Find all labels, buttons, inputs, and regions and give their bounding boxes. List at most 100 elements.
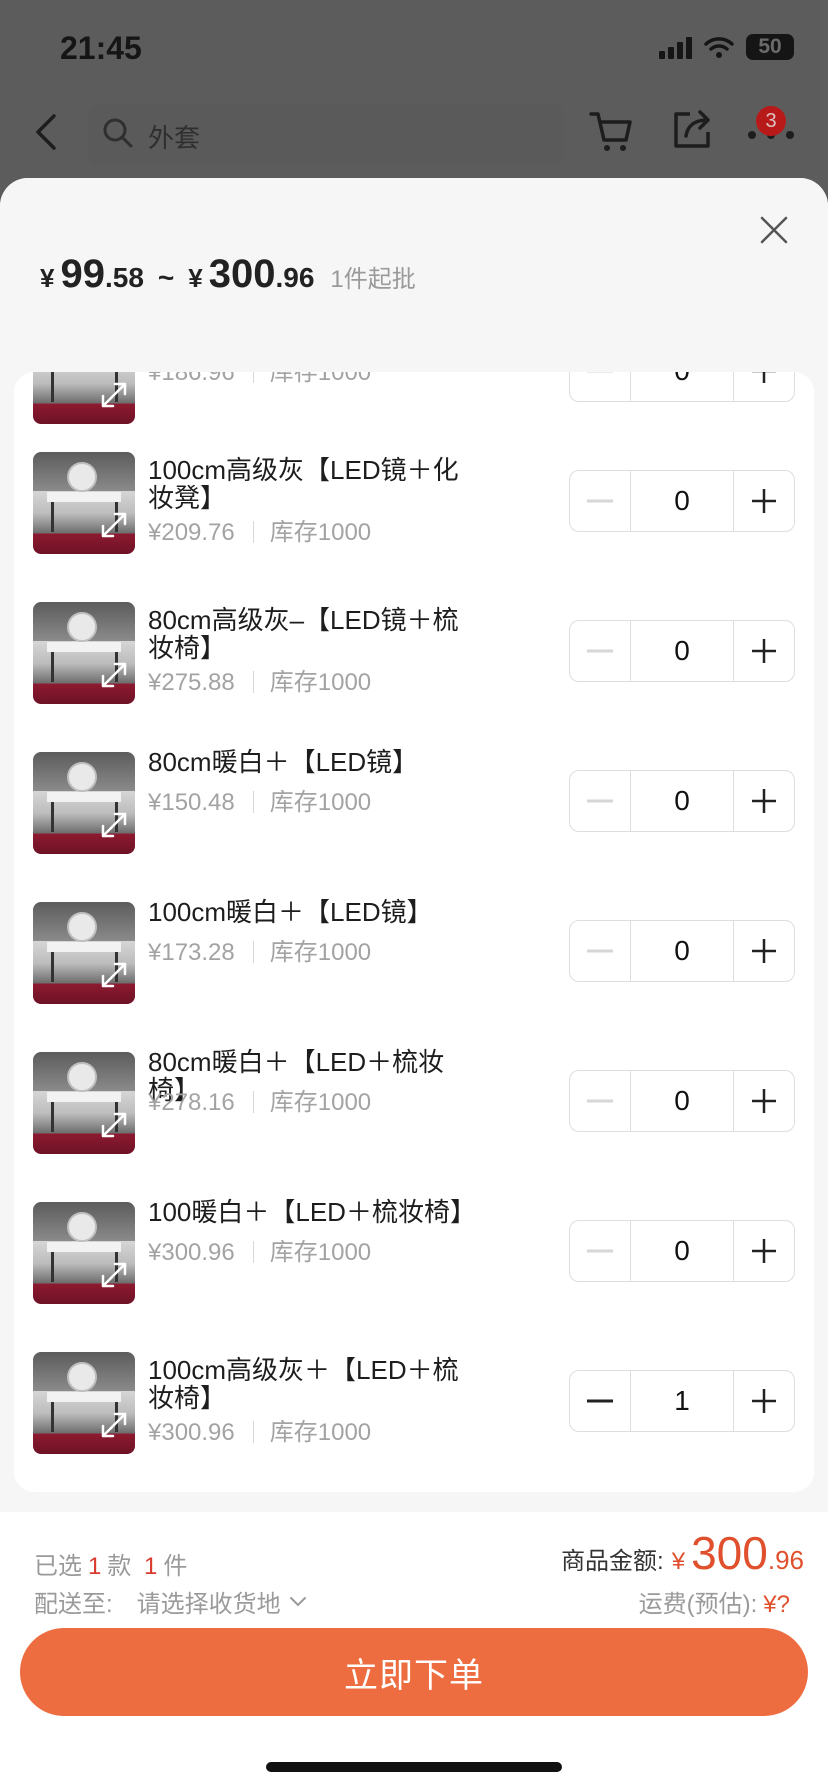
price-min-integer: 99 bbox=[60, 252, 105, 296]
signal-icon bbox=[659, 35, 692, 59]
battery-icon: 50 bbox=[746, 34, 794, 60]
expand-icon[interactable] bbox=[99, 380, 129, 410]
minus-icon bbox=[587, 799, 613, 803]
close-icon[interactable] bbox=[758, 214, 790, 246]
decrease-button[interactable] bbox=[570, 1221, 630, 1281]
sku-meta: ¥209.76 库存1000 bbox=[148, 512, 371, 547]
minus-icon bbox=[587, 1249, 613, 1253]
expand-icon[interactable] bbox=[99, 1110, 129, 1140]
expand-icon[interactable] bbox=[99, 1260, 129, 1290]
product-thumbnail[interactable] bbox=[33, 902, 135, 1004]
quantity-value[interactable]: 0 bbox=[630, 621, 734, 681]
decrease-button[interactable] bbox=[570, 471, 630, 531]
sku-name: 100cm高级灰＋【LED＋梳妆椅】 bbox=[148, 1355, 459, 1413]
increase-button[interactable] bbox=[734, 1371, 794, 1431]
increase-button[interactable] bbox=[734, 1221, 794, 1281]
sku-meta: ¥300.96 库存1000 bbox=[148, 1232, 371, 1267]
sku-price: ¥300.96 bbox=[148, 1419, 235, 1446]
order-now-button[interactable]: 立即下单 bbox=[20, 1628, 808, 1716]
increase-button[interactable] bbox=[734, 621, 794, 681]
expand-icon[interactable] bbox=[99, 960, 129, 990]
minus-icon bbox=[587, 949, 613, 953]
sku-price: ¥300.96 bbox=[148, 1239, 235, 1266]
goods-amount: 商品金额: ¥ 300 .96 bbox=[561, 1526, 804, 1580]
decrease-button[interactable] bbox=[570, 621, 630, 681]
sku-stock: 库存1000 bbox=[269, 1089, 372, 1116]
sku-sheet: ¥ 99 .58 ~ ¥ 300 .96 1件起批 ¥186.96 库存1000 bbox=[0, 178, 828, 1792]
order-footer: 已选 1 款 1件 商品金额: ¥ 300 .96 配送至: 请选择收货地 运费(预… bbox=[0, 1512, 828, 1792]
quantity-stepper: 0 bbox=[569, 470, 795, 532]
increase-button[interactable] bbox=[734, 1071, 794, 1131]
expand-icon[interactable] bbox=[99, 1410, 129, 1440]
sku-row: 100cm高级灰【LED镜＋化妆凳】 ¥209.76 库存1000 0 bbox=[14, 452, 814, 602]
sku-meta: ¥278.16 库存1000 bbox=[148, 1082, 371, 1117]
expand-icon[interactable] bbox=[99, 660, 129, 690]
product-thumbnail[interactable] bbox=[33, 602, 135, 704]
plus-icon bbox=[752, 489, 776, 513]
amount-currency: ¥ bbox=[671, 1548, 686, 1575]
amount-label: 商品金额: bbox=[561, 1548, 664, 1575]
quantity-value[interactable]: 1 bbox=[630, 1371, 734, 1431]
quantity-stepper: 1 bbox=[569, 1370, 795, 1432]
decrease-button[interactable] bbox=[570, 372, 630, 401]
quantity-value[interactable]: 0 bbox=[630, 471, 734, 531]
plus-icon bbox=[752, 372, 776, 383]
share-icon[interactable] bbox=[670, 108, 714, 152]
expand-icon[interactable] bbox=[99, 510, 129, 540]
decrease-button[interactable] bbox=[570, 771, 630, 831]
minus-icon bbox=[587, 1099, 613, 1103]
sku-meta: ¥150.48 库存1000 bbox=[148, 782, 371, 817]
sku-name: 80cm暖白＋【LED镜】 bbox=[148, 747, 419, 777]
ship-label: 配送至: bbox=[34, 1591, 113, 1618]
price-range-separator: ~ bbox=[157, 262, 175, 293]
minus-icon bbox=[587, 649, 613, 653]
product-thumbnail[interactable] bbox=[33, 1202, 135, 1304]
increase-button[interactable] bbox=[734, 372, 794, 401]
sku-row: 80cm高级灰–【LED镜＋梳妆椅】 ¥275.88 库存1000 0 bbox=[14, 602, 814, 752]
price-min-decimal: .58 bbox=[104, 262, 144, 293]
sku-price: ¥150.48 bbox=[148, 789, 235, 816]
plus-icon bbox=[752, 639, 776, 663]
cart-icon[interactable] bbox=[588, 108, 634, 154]
sku-name: 100cm暖白＋【LED镜】 bbox=[148, 897, 433, 927]
decrease-button[interactable] bbox=[570, 921, 630, 981]
price-range: ¥ 99 .58 ~ ¥ 300 .96 1件起批 bbox=[40, 252, 416, 297]
quantity-value[interactable]: 0 bbox=[630, 1221, 734, 1281]
quantity-value[interactable]: 0 bbox=[630, 771, 734, 831]
sku-list: ¥186.96库存1000 0 100cm高级灰【LED镜＋化妆凳】 ¥209. bbox=[14, 372, 814, 1492]
product-thumbnail[interactable] bbox=[33, 752, 135, 854]
sku-price: ¥173.28 bbox=[148, 939, 235, 966]
sku-meta: ¥186.96 库存1000 bbox=[148, 372, 371, 387]
quantity-stepper: 0 bbox=[569, 372, 795, 402]
price-min-currency: ¥ bbox=[40, 263, 55, 293]
product-thumbnail[interactable] bbox=[33, 452, 135, 554]
increase-button[interactable] bbox=[734, 471, 794, 531]
expand-icon[interactable] bbox=[99, 810, 129, 840]
quantity-value[interactable]: 0 bbox=[630, 372, 734, 401]
decrease-button[interactable] bbox=[570, 1371, 630, 1431]
delivery-address-selector[interactable]: 配送至: 请选择收货地 bbox=[34, 1584, 307, 1619]
quantity-value[interactable]: 0 bbox=[630, 921, 734, 981]
product-thumbnail[interactable] bbox=[33, 372, 135, 424]
search-placeholder: 外套 bbox=[148, 123, 201, 153]
plus-icon bbox=[752, 1389, 776, 1413]
quantity-value[interactable]: 0 bbox=[630, 1071, 734, 1131]
product-thumbnail[interactable] bbox=[33, 1052, 135, 1154]
product-thumbnail[interactable] bbox=[33, 1352, 135, 1454]
decrease-button[interactable] bbox=[570, 1071, 630, 1131]
quantity-stepper: 0 bbox=[569, 1070, 795, 1132]
sku-price: ¥209.76 bbox=[148, 519, 235, 546]
search-input[interactable]: 外套 bbox=[88, 103, 564, 165]
increase-button[interactable] bbox=[734, 771, 794, 831]
sku-row: 100cm高级灰＋【LED＋梳妆椅】 ¥300.96 库存1000 1 bbox=[14, 1352, 814, 1492]
increase-button[interactable] bbox=[734, 921, 794, 981]
min-order-label: 1件起批 bbox=[330, 266, 416, 293]
home-indicator bbox=[266, 1762, 562, 1772]
minus-icon bbox=[587, 372, 613, 373]
sku-stock: 库存1000 bbox=[269, 789, 372, 816]
back-arrow-icon[interactable] bbox=[28, 112, 68, 152]
status-time: 21:45 bbox=[60, 30, 142, 66]
quantity-stepper: 0 bbox=[569, 1220, 795, 1282]
sku-stock: 库存1000 bbox=[269, 519, 372, 546]
plus-icon bbox=[752, 1239, 776, 1263]
